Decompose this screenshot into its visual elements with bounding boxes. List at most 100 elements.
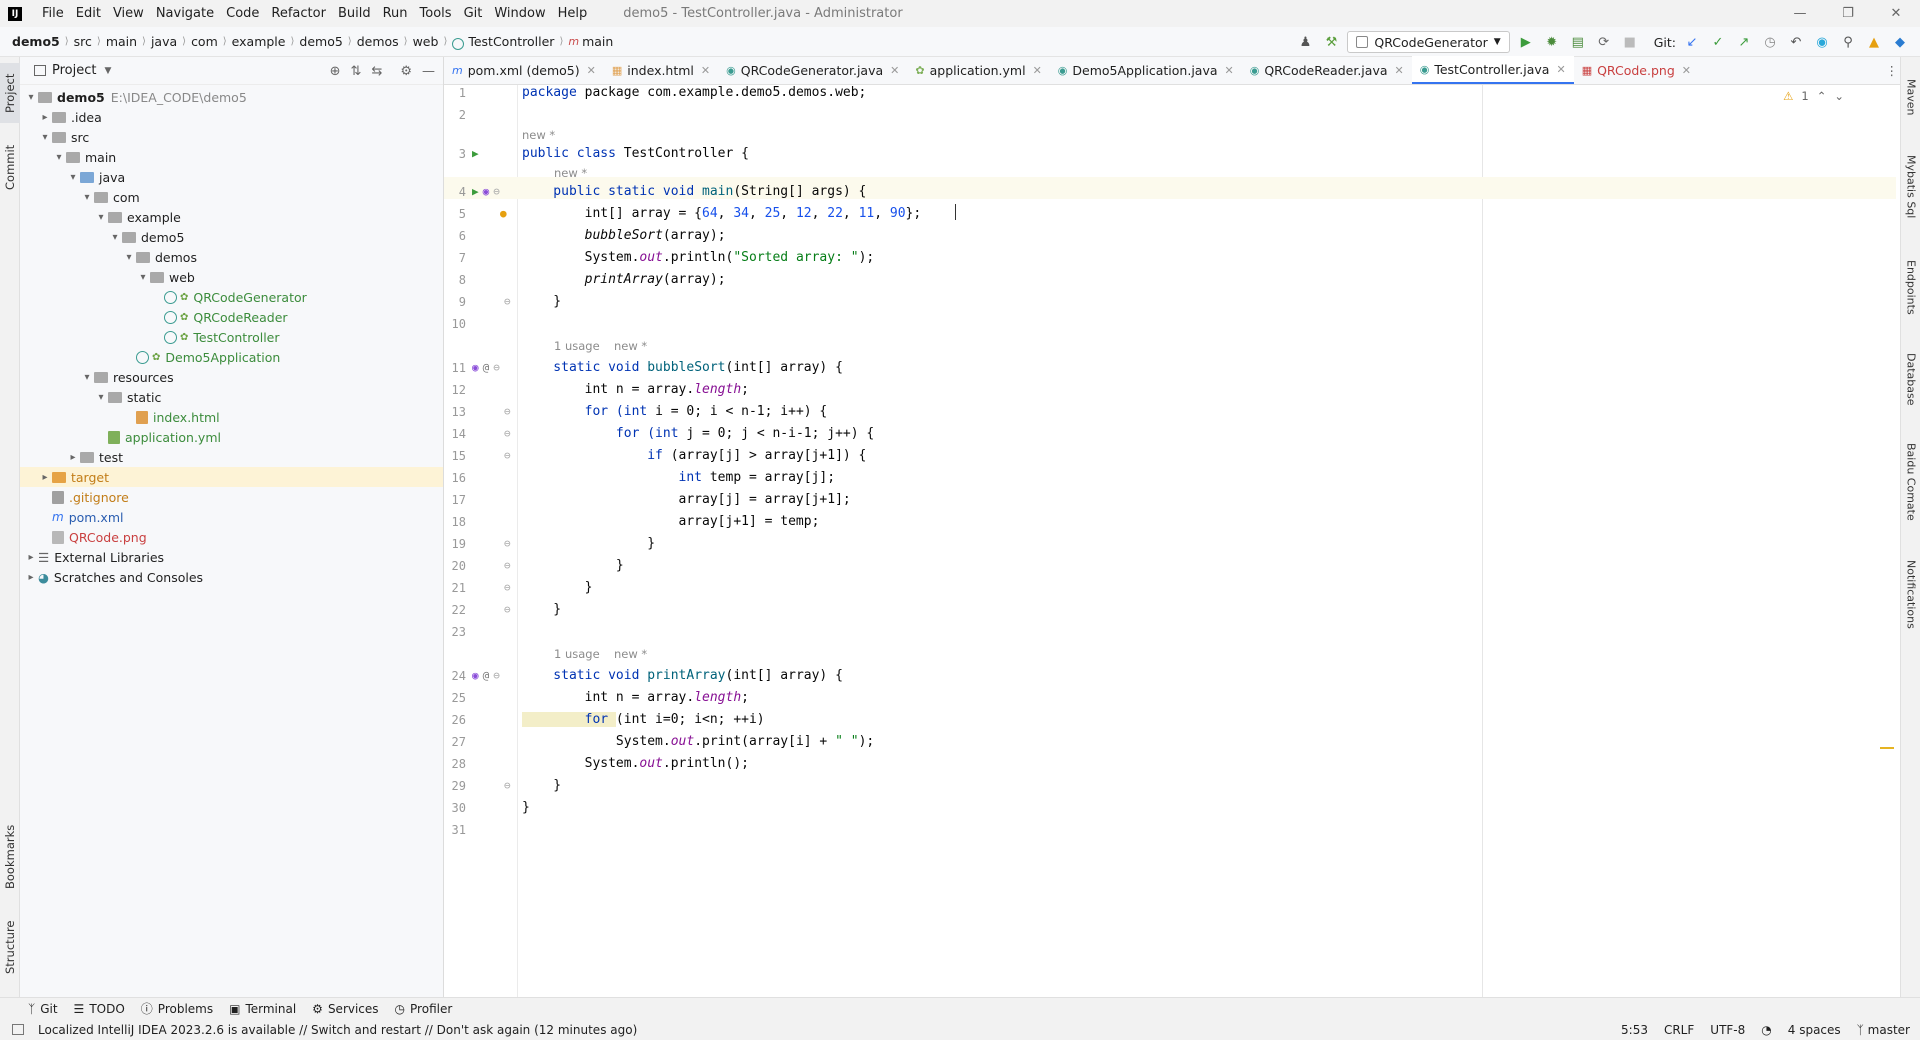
close-icon[interactable]: ✕	[1225, 64, 1234, 77]
tab-index-html[interactable]: ▦ index.html ✕	[604, 56, 718, 84]
crumb-java[interactable]: java	[151, 34, 177, 49]
menu-refactor[interactable]: Refactor	[265, 6, 332, 21]
restore-icon[interactable]: ❐	[1824, 0, 1872, 27]
annotation-icon[interactable]: @	[483, 665, 490, 687]
tree-item-test[interactable]: ▸ test	[20, 447, 443, 467]
crumb-example[interactable]: example	[232, 34, 286, 49]
fold-icon[interactable]: ⊖	[504, 533, 511, 555]
menu-file[interactable]: File	[36, 6, 70, 21]
stop-icon[interactable]: ■	[1620, 32, 1640, 52]
comate-icon[interactable]: ◉	[1812, 32, 1832, 52]
tool-services[interactable]: ⚙ Services	[312, 1002, 378, 1016]
tree-item-scratches[interactable]: ▸ ◕ Scratches and Consoles	[20, 567, 443, 587]
git-branch[interactable]: ᛉ master	[1857, 1023, 1910, 1037]
tree-item-index-html[interactable]: index.html	[20, 407, 443, 427]
close-icon[interactable]: ✕	[1682, 64, 1691, 77]
settings-logo-icon[interactable]: ◆	[1890, 32, 1910, 52]
tree-item-main[interactable]: ▾ main	[20, 147, 443, 167]
crumb-project[interactable]: demo5	[12, 34, 60, 49]
fold-icon[interactable]: ⊖	[504, 555, 511, 577]
tree-item-demo5[interactable]: ▾ demo5	[20, 227, 443, 247]
chevron-down-icon[interactable]: ▼	[104, 66, 111, 76]
tree-item-external-libraries[interactable]: ▸ ☰ External Libraries	[20, 547, 443, 567]
menu-edit[interactable]: Edit	[70, 6, 107, 21]
tool-tab-project[interactable]: Project	[0, 63, 20, 123]
build-hammer-icon[interactable]: ⚒	[1321, 32, 1341, 52]
gear-icon[interactable]: ⚙	[400, 64, 412, 79]
close-icon[interactable]: ✕	[1395, 64, 1404, 77]
menu-git[interactable]: Git	[458, 6, 489, 21]
fold-icon[interactable]: ⊖	[504, 445, 511, 467]
tool-tab-bookmarks[interactable]: Bookmarks	[0, 817, 20, 897]
fold-icon[interactable]: ⊖	[504, 577, 511, 599]
fold-icon[interactable]: ⊖	[504, 599, 511, 621]
annotation-icon[interactable]: @	[483, 357, 490, 379]
search-icon[interactable]: ⚲	[1838, 32, 1858, 52]
tool-terminal[interactable]: ▣ Terminal	[229, 1002, 296, 1016]
run-icon[interactable]: ▶	[1516, 32, 1536, 52]
collapse-all-icon[interactable]: ⇆	[371, 64, 382, 79]
git-commit-icon[interactable]: ✓	[1708, 32, 1728, 52]
git-rollback-icon[interactable]: ↶	[1786, 32, 1806, 52]
crumb-com[interactable]: com	[191, 34, 218, 49]
status-toggle-icon[interactable]	[12, 1024, 24, 1035]
tool-tab-database[interactable]: Database	[1901, 342, 1920, 417]
tree-item-com[interactable]: ▾ com	[20, 187, 443, 207]
minimize-icon[interactable]: —	[1776, 0, 1824, 27]
inlay-hint[interactable]: 1 usage new *	[444, 643, 1896, 665]
tree-item-pom-xml[interactable]: m pom.xml	[20, 507, 443, 527]
inlay-hint[interactable]: 1 usage new *	[444, 335, 1896, 357]
update-icon[interactable]: ▲	[1864, 32, 1884, 52]
comate-gutter-icon[interactable]: ◉	[472, 665, 479, 687]
tree-item-qrcode-png[interactable]: QRCode.png	[20, 527, 443, 547]
tab-testcontroller[interactable]: ◉ TestController.java ✕	[1411, 56, 1574, 84]
crumb-web[interactable]: web	[413, 34, 439, 49]
tool-tab-structure[interactable]: Structure	[0, 912, 20, 982]
tree-item-java[interactable]: ▾ java	[20, 167, 443, 187]
menu-view[interactable]: View	[107, 6, 150, 21]
comate-gutter-icon[interactable]: ◉	[483, 181, 490, 203]
tree-item-resources[interactable]: ▾ resources	[20, 367, 443, 387]
tab-qrcodegenerator[interactable]: ◉ QRCodeGenerator.java ✕	[718, 56, 907, 84]
close-icon[interactable]: ✕	[1033, 64, 1042, 77]
warning-stripe-marker[interactable]	[1880, 747, 1894, 749]
more-tabs-icon[interactable]: ⋮	[1886, 63, 1899, 78]
fold-icon[interactable]: ⊖	[504, 775, 511, 797]
status-message[interactable]: Localized IntelliJ IDEA 2023.2.6 is avai…	[38, 1023, 637, 1037]
fold-icon[interactable]: ⊖	[504, 291, 511, 313]
tool-tab-maven[interactable]: Maven	[1901, 67, 1920, 127]
tool-tab-mybatis[interactable]: Mybatis Sql	[1901, 142, 1920, 232]
profile-icon[interactable]: ⟳	[1594, 32, 1614, 52]
menu-code[interactable]: Code	[220, 6, 265, 21]
git-push-icon[interactable]: ↗	[1734, 32, 1754, 52]
tab-demo5application[interactable]: ◉ Demo5Application.java ✕	[1050, 56, 1242, 84]
tool-tab-commit[interactable]: Commit	[0, 137, 20, 197]
menu-run[interactable]: Run	[377, 6, 414, 21]
tree-item-application-yml[interactable]: application.yml	[20, 427, 443, 447]
close-icon[interactable]: ✕	[890, 64, 899, 77]
tree-item-example[interactable]: ▾ example	[20, 207, 443, 227]
tool-todo[interactable]: ☰ TODO	[74, 1002, 125, 1016]
fold-icon[interactable]: ⊖	[493, 665, 500, 687]
tab-application-yml[interactable]: ✿ application.yml ✕	[907, 56, 1049, 84]
menu-window[interactable]: Window	[488, 6, 551, 21]
file-encoding[interactable]: UTF-8	[1710, 1023, 1745, 1037]
menu-navigate[interactable]: Navigate	[150, 6, 220, 21]
tree-item-root[interactable]: ▾ demo5 E:\IDEA_CODE\demo5	[20, 87, 443, 107]
tab-pom-xml[interactable]: m pom.xml (demo5) ✕	[444, 56, 604, 84]
tool-tab-notifications[interactable]: Notifications	[1901, 547, 1920, 642]
fold-icon[interactable]: ⊖	[493, 181, 500, 203]
tree-item-demo5application[interactable]: ✿ Demo5Application	[20, 347, 443, 367]
close-icon[interactable]: ✕	[701, 64, 710, 77]
project-panel-title[interactable]: Project	[52, 63, 96, 78]
run-configuration-selector[interactable]: QRCodeGenerator ▼	[1347, 31, 1510, 53]
code-editor[interactable]: ⚠ 1 ⌃ ⌄ 1 package package com.example.demo5…	[444, 85, 1896, 997]
tool-tab-endpoints[interactable]: Endpoints	[1901, 247, 1920, 327]
tree-item-testcontroller[interactable]: ✿ TestController	[20, 327, 443, 347]
line-separator[interactable]: CRLF	[1664, 1023, 1694, 1037]
crumb-src[interactable]: src	[74, 34, 92, 49]
tool-profiler[interactable]: ◷ Profiler	[395, 1002, 453, 1016]
fold-icon[interactable]: ⊖	[504, 401, 511, 423]
run-gutter-icon[interactable]: ▶	[472, 181, 479, 203]
debug-icon[interactable]: ✹	[1542, 32, 1562, 52]
